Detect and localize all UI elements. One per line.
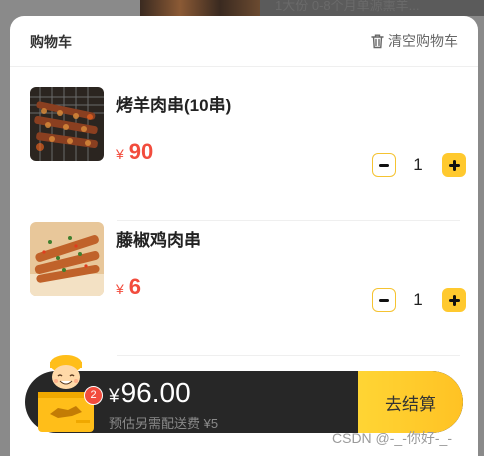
currency-symbol: ¥ <box>116 281 124 297</box>
trash-icon <box>371 34 384 49</box>
product-price: ¥ 6 <box>116 274 141 300</box>
cart-item: 烤羊肉串(10串) ¥ 90 1 <box>30 87 466 221</box>
checkout-button[interactable]: 去结算 <box>358 371 463 433</box>
cart-header: 购物车 清空购物车 <box>10 16 478 67</box>
increase-quantity-button[interactable] <box>442 153 466 177</box>
cart-total: ¥ 96.00 <box>109 377 191 409</box>
product-image-lamb-skewers <box>30 87 104 161</box>
quantity-stepper: 1 <box>372 153 466 177</box>
delivery-fee-note: 预估另需配送费 ¥5 <box>109 416 219 431</box>
price-value: 90 <box>128 139 154 164</box>
increase-quantity-button[interactable] <box>442 288 466 312</box>
item-divider <box>117 355 460 356</box>
decrease-quantity-button[interactable] <box>372 288 396 312</box>
product-name[interactable]: 藤椒鸡肉串 <box>116 226 201 251</box>
background-product-title: 1大份 0-8个月单源熏羊... <box>275 0 420 12</box>
decrease-quantity-button[interactable] <box>372 153 396 177</box>
currency-symbol: ¥ <box>116 146 124 162</box>
minus-icon <box>379 298 389 302</box>
csdn-watermark: CSDN @-_-你好-_- <box>332 430 452 446</box>
product-price: ¥ 90 <box>116 139 153 165</box>
price-value: 6 <box>128 274 142 299</box>
cart-count-badge: 2 <box>84 386 103 405</box>
cart-item: 藤椒鸡肉串 ¥ 6 1 <box>30 222 466 356</box>
minus-icon <box>379 163 389 167</box>
clear-cart-button[interactable]: 清空购物车 <box>370 30 458 52</box>
quantity-value: 1 <box>413 290 423 309</box>
clear-cart-label: 清空购物车 <box>388 33 458 49</box>
product-image-chicken-skewers <box>30 222 104 296</box>
quantity-stepper: 1 <box>372 288 466 312</box>
cart-title: 购物车 <box>30 34 72 50</box>
background-product-image <box>140 0 260 16</box>
item-divider <box>117 220 460 221</box>
quantity-value: 1 <box>413 155 423 174</box>
product-name[interactable]: 烤羊肉串(10串) <box>116 91 231 116</box>
total-currency-symbol: ¥ <box>109 386 120 407</box>
total-amount: 96.00 <box>120 377 191 408</box>
